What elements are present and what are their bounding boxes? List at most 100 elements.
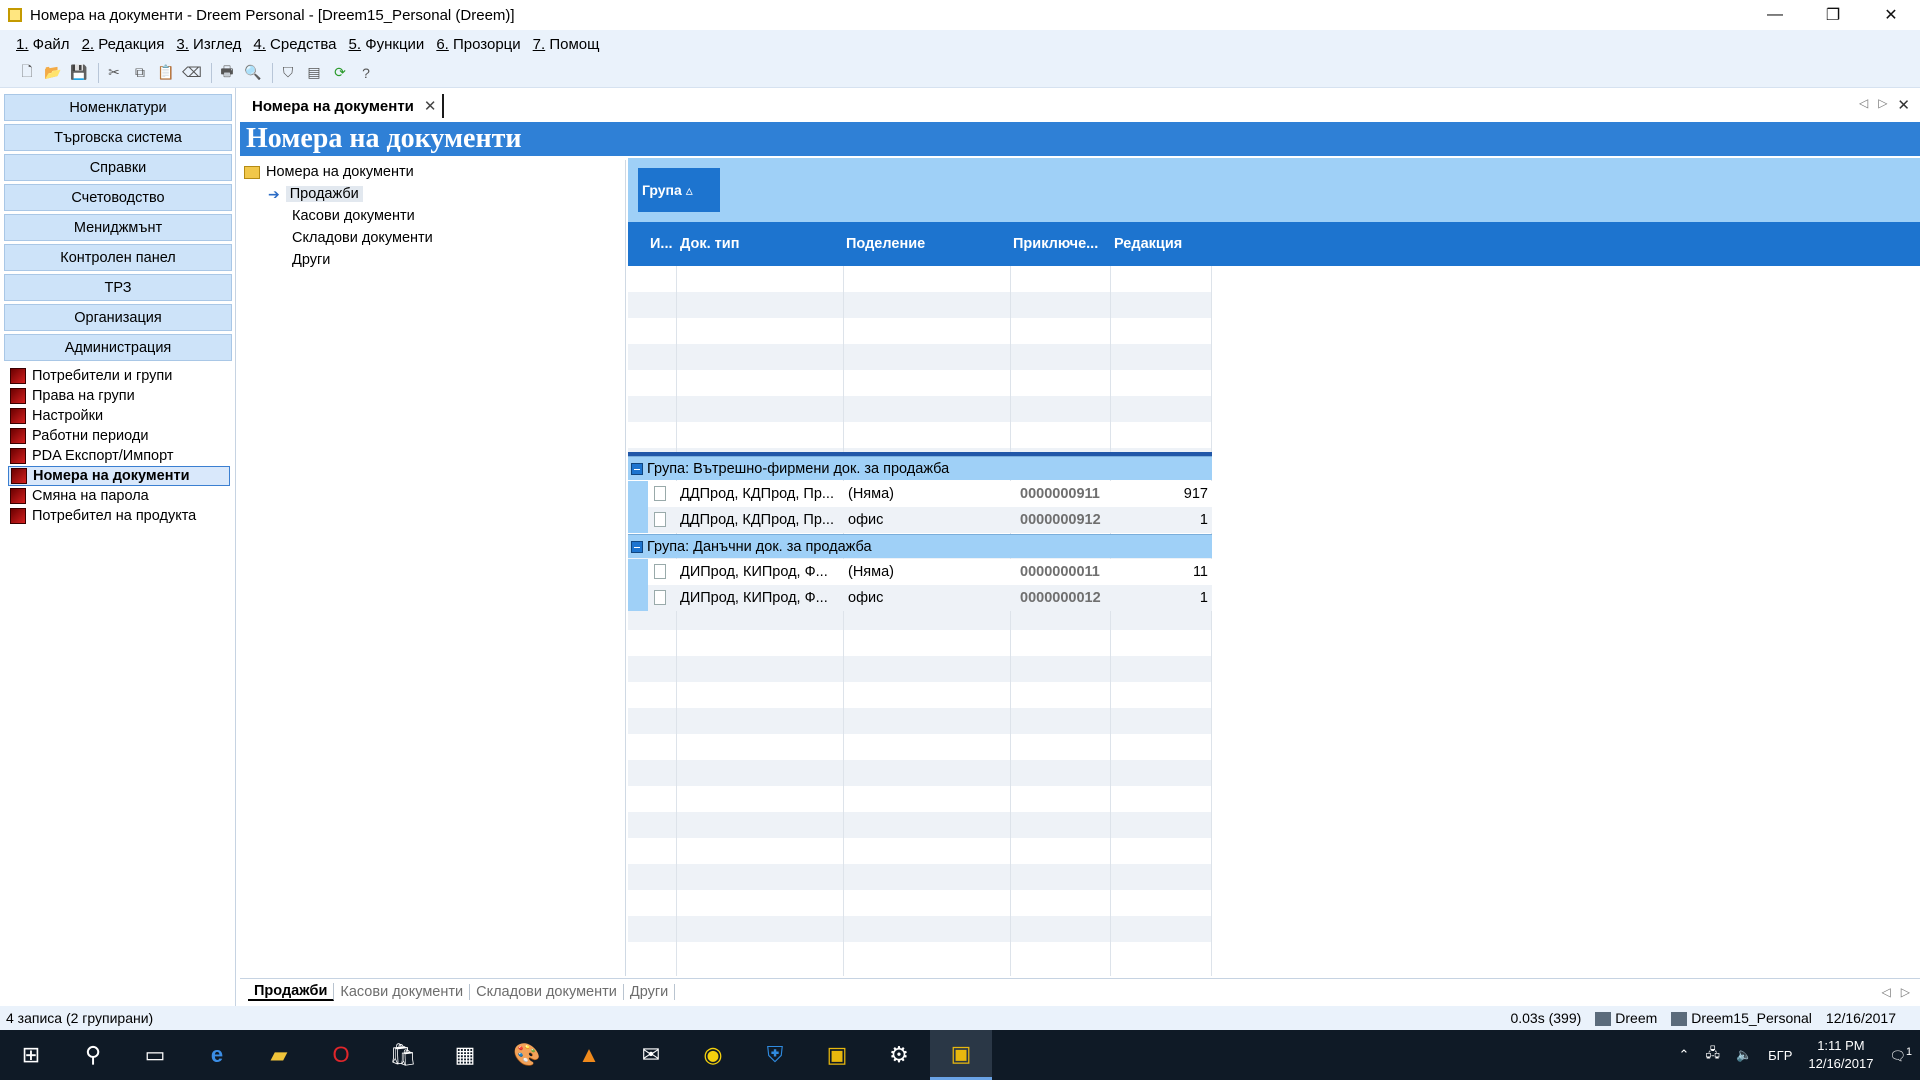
dreem-active-icon[interactable]: ▣ [930,1030,992,1080]
subitem-product-user[interactable]: Потребител на продукта [8,506,230,526]
paint-icon[interactable]: 🎨 [496,1030,558,1080]
password-icon [10,488,26,504]
vlc-icon[interactable]: ▲ [558,1030,620,1080]
print-preview-icon[interactable]: 🔍 [242,62,264,84]
refresh-icon[interactable]: ⟳ [329,62,351,84]
layout-icon[interactable]: ▤ [303,62,325,84]
document-icon [654,486,666,501]
new-icon[interactable]: 🗋 [16,62,38,84]
subitem-pda-export[interactable]: PDA Експорт/Импорт [8,446,230,466]
col-header-closed[interactable]: Приключе... [1013,222,1098,266]
group-row[interactable]: Група: Данъчни док. за продажба [628,534,1212,558]
nav-trade-system[interactable]: Търговска система [4,124,232,151]
nav-management[interactable]: Мениджмънт [4,214,232,241]
mail-icon[interactable]: ✉ [620,1030,682,1080]
tab-close-icon[interactable]: ✕ [424,97,437,115]
edge-icon[interactable]: e [186,1030,248,1080]
group-chip[interactable]: Група ▵ [638,168,720,212]
bottom-tab-other[interactable]: Други [624,983,676,1000]
menu-file[interactable]: 1. Файл [16,36,70,53]
network-icon[interactable]: 🖧 [1705,1044,1720,1066]
tree-node-sales[interactable]: ➔ Продажби [268,184,363,204]
save-icon[interactable]: 💾 [68,62,90,84]
notifications-icon[interactable]: 🗨1 [1889,1046,1912,1064]
bottom-tab-sales[interactable]: Продажби [248,982,335,1001]
volume-icon[interactable]: 🔈 [1736,1047,1752,1063]
table-row[interactable]: ДДПрод, КДПрод, Пр... (Няма) 0000000911 … [628,481,1212,507]
nav-administration[interactable]: Администрация [4,334,232,361]
menu-functions[interactable]: 5. Функции [349,36,425,53]
opera-icon[interactable]: O [310,1030,372,1080]
file-explorer-icon[interactable]: ▰ [248,1030,310,1080]
paste-icon[interactable]: 📋 [155,62,177,84]
cut-icon[interactable]: ✂ [103,62,125,84]
shield-icon[interactable]: ⛨ [744,1030,806,1080]
tree-root[interactable]: Номера на документи [244,162,414,182]
language-indicator[interactable]: БГР [1768,1048,1792,1063]
windows-start-icon[interactable]: ⊞ [0,1030,62,1080]
nav-control-panel[interactable]: Контролен панел [4,244,232,271]
menu-tools[interactable]: 4. Средства [253,36,336,53]
menu-windows[interactable]: 6. Прозорци [436,36,520,53]
users-icon [10,368,26,384]
settings-icon[interactable]: ⚙ [868,1030,930,1080]
close-button[interactable]: ✕ [1862,0,1920,30]
menu-edit[interactable]: 2. Редакция [82,36,165,53]
nav-accounting[interactable]: Счетоводство [4,184,232,211]
table-row[interactable]: ДДПрод, КДПрод, Пр... офис 0000000912 1 [628,507,1212,533]
copy-icon[interactable]: ⧉ [129,62,151,84]
bottom-scroll-right-icon[interactable]: ▷ [1901,985,1910,999]
bottom-tab-cash-docs[interactable]: Касови документи [334,983,471,1000]
table-row[interactable]: ДИПрод, КИПрод, Ф... (Няма) 0000000011 1… [628,559,1212,585]
col-header-division[interactable]: Поделение [846,222,925,266]
task-view-icon[interactable]: ▭ [124,1030,186,1080]
erase-icon[interactable]: ⌫ [181,62,203,84]
nav-nomenclatures[interactable]: Номенклатури [4,94,232,121]
clock[interactable]: 1:11 PM 12/16/2017 [1808,1037,1873,1073]
col-header-id[interactable]: И... [650,222,673,266]
subitem-work-periods[interactable]: Работни периоди [8,426,230,446]
table-row[interactable]: ДИПрод, КИПрод, Ф... офис 0000000012 1 [628,585,1212,611]
app-icon [8,8,22,22]
store-icon[interactable]: 🛍 [372,1030,434,1080]
tab-scroll-left-icon[interactable]: ◁ [1859,96,1868,114]
tab-document-numbers[interactable]: Номера на документи ✕ [246,94,445,118]
tab-strip-controls: ◁ ▷ ✕ [1859,96,1910,114]
subitem-document-numbers[interactable]: Номера на документи [8,466,230,486]
nav-organization[interactable]: Организация [4,304,232,331]
minimize-button[interactable]: — [1746,0,1804,30]
tab-close-all-icon[interactable]: ✕ [1897,96,1910,114]
tab-scroll-right-icon[interactable]: ▷ [1878,96,1887,114]
system-tray: ⌃ 🖧 🔈 БГР 1:11 PM 12/16/2017 🗨1 [1671,1030,1920,1080]
nav-reports[interactable]: Справки [4,154,232,181]
menu-help[interactable]: 7. Помощ [533,36,600,53]
filter-icon[interactable]: ⛉ [277,62,299,84]
bottom-tab-warehouse-docs[interactable]: Складови документи [470,983,624,1000]
clock-date: 12/16/2017 [1808,1056,1874,1071]
calculator-icon[interactable]: ▦ [434,1030,496,1080]
col-header-doc-type[interactable]: Док. тип [680,222,739,266]
open-icon[interactable]: 📂 [42,62,64,84]
group-row[interactable]: Група: Вътрешно-фирмени док. за продажба [628,456,1212,480]
tray-chevron-up-icon[interactable]: ⌃ [1679,1047,1690,1063]
subitem-users-groups[interactable]: Потребители и групи [8,366,230,386]
print-icon[interactable]: 🖶 [216,62,238,84]
col-header-edition[interactable]: Редакция [1114,222,1182,266]
subitem-group-rights[interactable]: Права на групи [8,386,230,406]
bottom-scroll-left-icon[interactable]: ◁ [1882,985,1891,999]
subitem-change-password[interactable]: Смяна на парола [8,486,230,506]
search-icon[interactable]: ⚲ [62,1030,124,1080]
nav-payroll[interactable]: ТРЗ [4,274,232,301]
app-c-icon[interactable]: ◉ [682,1030,744,1080]
dreem-icon[interactable]: ▣ [806,1030,868,1080]
menu-view[interactable]: 3. Изглед [176,36,241,53]
collapse-icon[interactable] [631,462,643,475]
tree-node-other[interactable]: Други [292,250,330,270]
tree-node-cash-docs[interactable]: Касови документи [292,206,415,226]
help-icon[interactable]: ? [355,62,377,84]
subitem-settings[interactable]: Настройки [8,406,230,426]
tree-node-warehouse-docs[interactable]: Складови документи [292,228,433,248]
collapse-icon[interactable] [631,540,643,553]
restore-button[interactable]: ❐ [1804,0,1862,30]
record-count: 4 записа (2 групирани) [6,1010,154,1026]
